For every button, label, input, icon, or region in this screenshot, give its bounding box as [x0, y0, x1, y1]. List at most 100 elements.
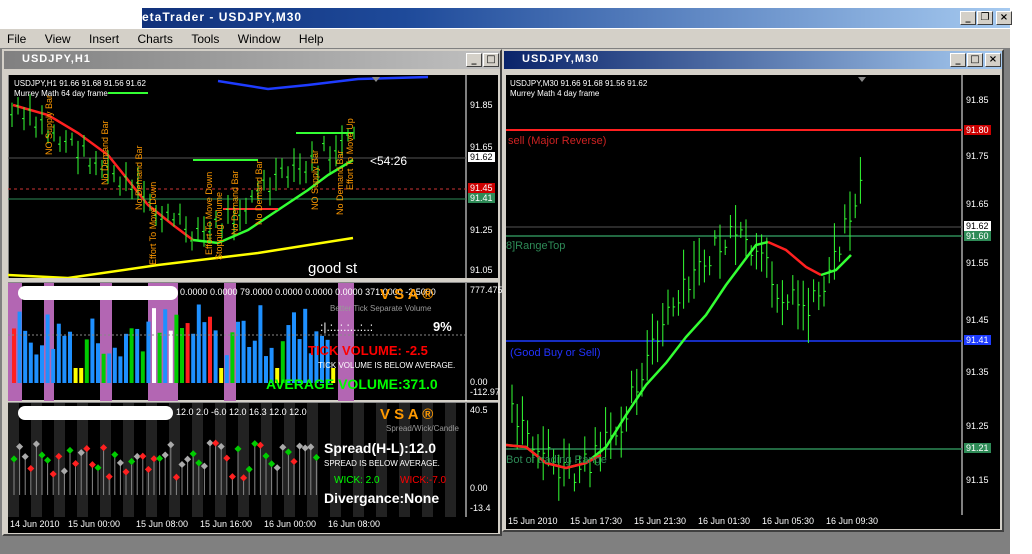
volume-bar: [163, 309, 168, 383]
menu-insert[interactable]: Insert: [82, 29, 126, 49]
volume-bar: [241, 320, 246, 383]
volume-bar: [135, 328, 140, 383]
h1-minimize-button[interactable]: _: [466, 53, 482, 67]
volume-bar: [140, 351, 145, 383]
good-text: good st: [308, 260, 358, 277]
h1-price-scale-label: 91.25: [470, 225, 493, 235]
spread-diamond: [273, 464, 281, 472]
volume-bar: [152, 308, 156, 383]
vsa1-average-volume: AVERAGE VOLUME:371.0: [266, 376, 438, 392]
title-redaction-blob: [40, 10, 140, 26]
m30-header-line: USDJPY,M30 91.66 91.68 91.56 91.62: [510, 79, 648, 88]
chart-window-m30-titlebar[interactable]: USDJPY,M30: [504, 51, 1002, 69]
m30-price-tag-blue: 91.41: [964, 335, 991, 345]
menu-charts[interactable]: Charts: [131, 29, 180, 49]
m30-price-tag-green: 91.60: [964, 231, 991, 241]
h1-header-line: USDJPY,H1 91.66 91.68 91.56 91.62: [14, 79, 147, 88]
spread-diamond: [66, 446, 74, 454]
volume-bar: [258, 305, 263, 383]
vsa-volume-subwindow[interactable]: 0.0000 0.0000 79.0000 0.0000 0.0000 0.00…: [8, 282, 503, 401]
volume-bar: [168, 330, 173, 383]
vsa2-scale-top: 40.5: [470, 405, 488, 415]
volume-bar: [213, 330, 218, 383]
chart-window-m30[interactable]: USDJPY,M30 _ □ × USDJPY,M30 91.66 91.68 …: [502, 49, 1004, 532]
level-label-bot: Bot of trading Range: [506, 454, 607, 466]
spread-band: [54, 403, 65, 518]
bar-label: No Demand Bar: [254, 160, 264, 225]
bar-label: NO Supply Bar: [310, 150, 320, 210]
bar-label: Effort To Move Down: [204, 172, 214, 255]
vsa1-subtitle: Better Tick Separate Volume: [330, 304, 432, 313]
m30-time-label: 15 Jun 2010: [508, 516, 558, 526]
menu-tools[interactable]: Tools: [184, 29, 226, 49]
vsa-spread-subwindow[interactable]: 12.0 2.0 -6.0 12.0 16.3 12.0 12.0 V S A …: [8, 402, 498, 518]
spread-band: [238, 403, 249, 518]
spread-band: [445, 403, 456, 518]
app-minimize-button[interactable]: _: [960, 11, 976, 25]
vsa1-percent: 9%: [433, 319, 452, 334]
volume-bar: [107, 353, 112, 383]
app-close-button[interactable]: ×: [996, 11, 1012, 25]
m30-minimize-button[interactable]: _: [950, 53, 966, 67]
spread-diamond: [228, 473, 236, 481]
h1-time-label: 14 Jun 2010: [10, 519, 60, 529]
h1-price-chart[interactable]: NO Supply Bar No Demand Bar No Demand Ba…: [7, 75, 498, 280]
h1-maximize-button[interactable]: □: [483, 53, 499, 67]
volume-bar: [129, 328, 134, 383]
h1-time-label: 16 Jun 00:00: [264, 519, 317, 529]
menu-help[interactable]: Help: [292, 29, 331, 49]
m30-time-label: 16 Jun 09:30: [826, 516, 879, 526]
spread-band: [215, 403, 226, 518]
vsa2-wick-negative: WICK:-7.0: [400, 475, 447, 486]
chart-window-m30-title: USDJPY,M30: [522, 53, 600, 65]
m30-price-scale-label: 91.55: [966, 258, 989, 268]
h1-price-svg: NO Supply Bar No Demand Bar No Demand Ba…: [7, 75, 467, 280]
m30-time-label: 15 Jun 21:30: [634, 516, 687, 526]
app-title: etaTrader - USDJPY,M30: [142, 10, 303, 24]
app-restore-button[interactable]: ❐: [977, 11, 993, 25]
volume-bar: [252, 340, 257, 383]
vsa2-divergance: Divergance:None: [324, 490, 440, 506]
volume-bar: [219, 368, 224, 383]
menu-bar: File View Insert Charts Tools Window Hel…: [0, 29, 1010, 49]
volume-bar: [146, 321, 151, 383]
h1-price-tag-green: 91.41: [468, 193, 495, 203]
volume-bar: [230, 332, 235, 383]
volume-bar: [23, 330, 28, 383]
volume-bar: [17, 311, 22, 383]
menu-file[interactable]: File: [0, 29, 33, 49]
m30-time-label: 15 Jun 17:30: [570, 516, 623, 526]
volume-bar: [73, 368, 78, 383]
vsa2-subtitle: Spread/Wick/Candle: [386, 424, 459, 433]
chart-window-h1-titlebar[interactable]: USDJPY,H1: [4, 51, 500, 69]
volume-bar: [303, 308, 308, 383]
volume-bar: [191, 333, 196, 383]
level-label-sell: sell (Major Reverse): [508, 135, 606, 147]
volume-bar: [112, 347, 117, 383]
vsa2-wick-positive: WICK: 2.0: [334, 475, 380, 486]
h1-price-scale-label: 91.85: [470, 100, 493, 110]
m30-price-scale-label: 91.25: [966, 421, 989, 431]
spread-band: [100, 403, 111, 518]
spread-diamond: [88, 461, 96, 469]
h1-time-label: 15 Jun 08:00: [136, 519, 189, 529]
h1-bar-labels: NO Supply Bar No Demand Bar No Demand Ba…: [44, 95, 355, 265]
vsa1-scale-bottom: -112.97: [470, 387, 500, 397]
volume-bar: [157, 332, 162, 383]
vsa1-scale-zero: 0.00: [470, 377, 488, 387]
volume-bar: [28, 342, 33, 383]
volume-bar: [79, 368, 84, 383]
bar-label: NO Supply Bar: [44, 95, 54, 155]
menu-view[interactable]: View: [38, 29, 78, 49]
m30-maximize-button[interactable]: □: [967, 53, 983, 67]
chart-window-h1-title: USDJPY,H1: [22, 53, 91, 65]
m30-price-scale-label: 91.15: [966, 475, 989, 485]
volume-bar: [45, 314, 50, 383]
vsa1-dots: :|.:..:.:...:..:: [320, 320, 374, 334]
m30-price-chart[interactable]: USDJPY,M30 91.66 91.68 91.56 91.62 Murre…: [505, 75, 1000, 515]
volume-bar: [247, 346, 252, 383]
chart-window-h1[interactable]: USDJPY,H1 _ □ NO Supply Bar No Demand Ba…: [2, 49, 503, 536]
menu-window[interactable]: Window: [231, 29, 288, 49]
vsa1-logo: V S A ®: [380, 286, 434, 303]
m30-close-button[interactable]: ×: [985, 53, 1001, 67]
